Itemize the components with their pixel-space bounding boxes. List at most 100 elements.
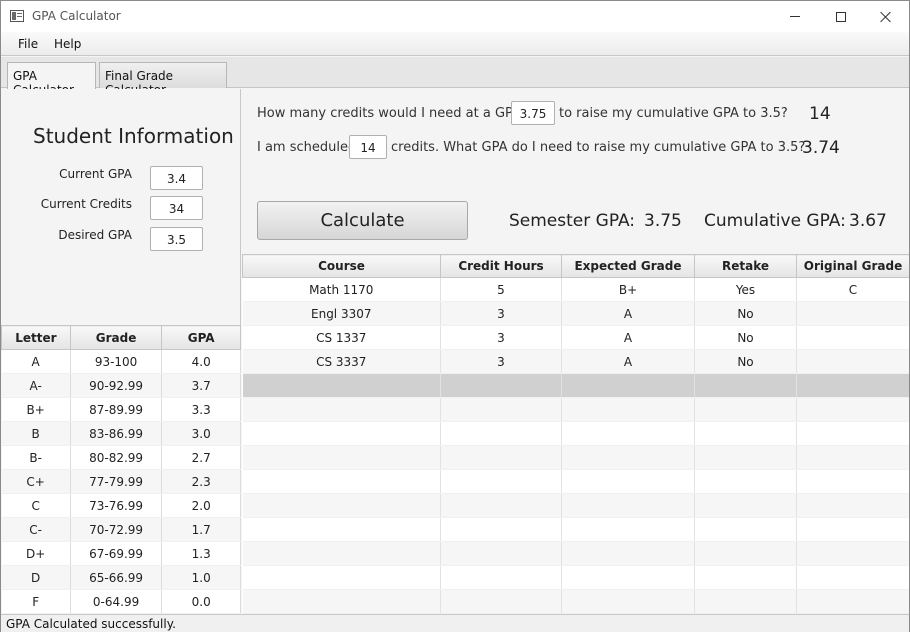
course-cell[interactable]: No [694,325,797,350]
course-cell[interactable]: CS 1337 [242,325,441,350]
course-cell[interactable] [796,349,909,374]
course-cell[interactable] [796,589,909,614]
course-cell[interactable] [796,517,909,542]
course-cell[interactable] [561,541,695,566]
empty-row[interactable] [242,589,909,614]
course-cell[interactable] [440,589,562,614]
course-cell[interactable] [242,469,441,494]
course-cell[interactable]: No [694,301,797,326]
course-cell[interactable] [242,421,441,446]
course-cell[interactable]: 3 [440,301,562,326]
course-row[interactable]: CS 1337 3 A No [242,325,909,350]
course-cell[interactable] [561,373,695,398]
course-cell[interactable] [242,397,441,422]
course-row[interactable]: Math 1170 5 B+ Yes C [242,277,909,302]
course-cell[interactable] [561,493,695,518]
course-cell[interactable] [694,517,797,542]
minimize-button[interactable] [772,1,818,32]
course-row[interactable]: CS 3337 3 A No [242,349,909,374]
course-cell[interactable] [694,565,797,590]
course-row-selected[interactable] [242,373,909,398]
course-cell[interactable]: CS 3337 [242,349,441,374]
current-gpa-input[interactable]: 3.4 [150,166,203,190]
empty-row[interactable] [242,469,909,494]
course-cell[interactable] [796,445,909,470]
grade-scale-row[interactable]: A- 90-92.99 3.7 [1,373,241,398]
course-cell[interactable] [561,421,695,446]
column-header-retake[interactable]: Retake [694,254,797,278]
grade-scale-row[interactable]: B- 80-82.99 2.7 [1,445,241,470]
course-cell[interactable]: 5 [440,277,562,302]
column-header-expected-grade[interactable]: Expected Grade [561,254,695,278]
column-header-grade[interactable]: Grade [69,325,163,350]
maximize-button[interactable] [818,1,864,32]
menu-file[interactable]: File [18,37,38,51]
close-button[interactable] [863,1,909,32]
empty-row[interactable] [242,541,909,566]
course-cell[interactable]: No [694,349,797,374]
column-header-course[interactable]: Course [242,254,441,278]
course-cell[interactable] [694,445,797,470]
course-cell[interactable] [796,469,909,494]
course-cell[interactable]: A [561,325,695,350]
grade-scale-row[interactable]: C- 70-72.99 1.7 [1,517,241,542]
course-cell[interactable] [242,373,441,398]
course-cell[interactable] [796,397,909,422]
course-cell[interactable] [694,589,797,614]
course-cell[interactable] [694,397,797,422]
course-table-container[interactable]: Course Credit Hours Expected Grade Retak… [242,254,909,614]
course-cell[interactable] [694,493,797,518]
desired-gpa-input[interactable]: 3.5 [150,227,203,251]
empty-row[interactable] [242,493,909,518]
course-cell[interactable] [440,565,562,590]
course-cell[interactable] [561,469,695,494]
course-cell[interactable]: A [561,349,695,374]
tab-gpa-calculator[interactable]: GPA Calculator [7,62,96,97]
course-cell[interactable] [796,565,909,590]
course-cell[interactable] [242,493,441,518]
course-cell[interactable]: Yes [694,277,797,302]
empty-row[interactable] [242,421,909,446]
course-cell[interactable] [440,373,562,398]
course-cell[interactable]: A [561,301,695,326]
course-cell[interactable] [242,445,441,470]
grade-scale-row[interactable]: C+ 77-79.99 2.3 [1,469,241,494]
course-cell[interactable] [561,445,695,470]
column-header-letter[interactable]: Letter [1,325,71,350]
course-cell[interactable] [796,493,909,518]
course-cell[interactable]: Math 1170 [242,277,441,302]
tab-final-grade-calculator[interactable]: Final Grade Calculator [99,62,227,97]
course-cell[interactable] [561,589,695,614]
column-header-gpa[interactable]: GPA [161,325,241,350]
course-cell[interactable] [796,541,909,566]
course-cell[interactable] [796,373,909,398]
course-cell[interactable] [440,445,562,470]
course-cell[interactable] [796,301,909,326]
course-cell[interactable]: B+ [561,277,695,302]
course-cell[interactable] [796,421,909,446]
grade-scale-row[interactable]: C 73-76.99 2.0 [1,493,241,518]
course-cell[interactable] [440,541,562,566]
course-cell[interactable] [242,565,441,590]
course-cell[interactable] [440,421,562,446]
grade-scale-row[interactable]: D 65-66.99 1.0 [1,565,241,590]
course-cell[interactable] [796,325,909,350]
menu-help[interactable]: Help [54,37,81,51]
grade-scale-row[interactable]: B+ 87-89.99 3.3 [1,397,241,422]
scheduled-credits-input[interactable]: 14 [349,135,387,159]
course-row[interactable]: Engl 3307 3 A No [242,301,909,326]
empty-row[interactable] [242,445,909,470]
column-header-original-grade[interactable]: Original Grade [796,254,909,278]
column-header-credit-hours[interactable]: Credit Hours [440,254,562,278]
course-cell[interactable]: Engl 3307 [242,301,441,326]
empty-row[interactable] [242,517,909,542]
course-cell[interactable] [694,469,797,494]
course-cell[interactable]: 3 [440,349,562,374]
course-cell[interactable]: 3 [440,325,562,350]
course-cell[interactable] [561,397,695,422]
course-cell[interactable] [440,517,562,542]
course-cell[interactable] [694,541,797,566]
grade-scale-row[interactable]: A 93-100 4.0 [1,349,241,374]
calculate-button[interactable]: Calculate [257,201,468,240]
course-cell[interactable] [694,373,797,398]
